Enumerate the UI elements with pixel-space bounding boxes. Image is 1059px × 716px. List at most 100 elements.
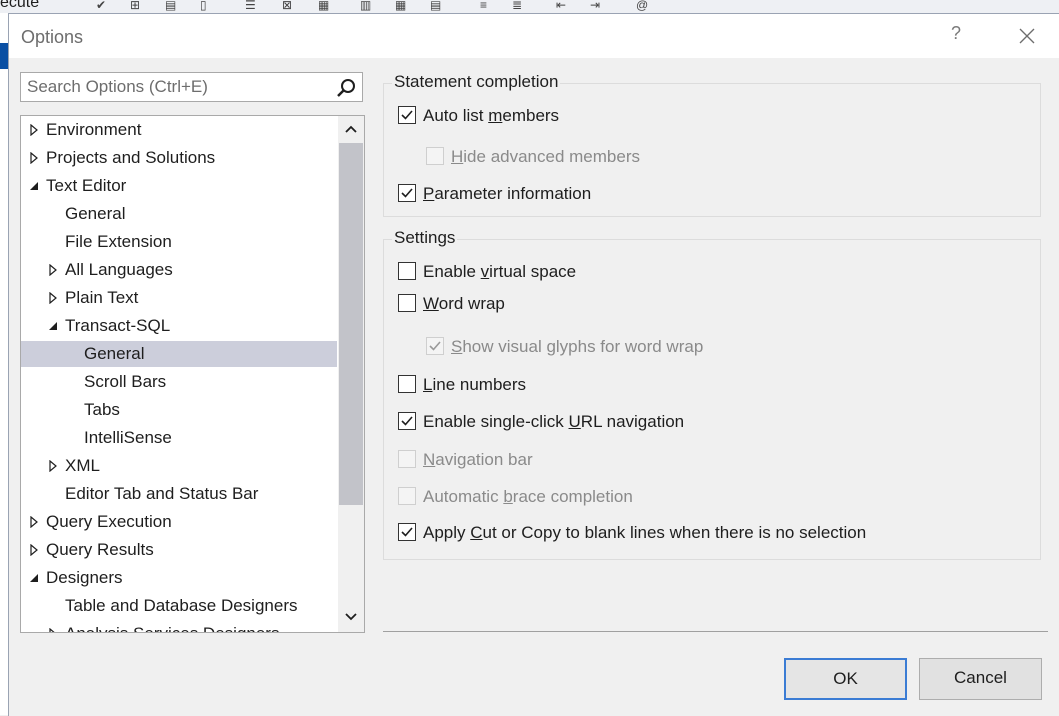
expand-arrow-icon[interactable]: [47, 292, 59, 304]
tree-item[interactable]: Environment: [21, 117, 337, 143]
tree-item-label: General: [84, 344, 145, 363]
checkmark-icon: [401, 110, 413, 120]
tree-item-label: Editor Tab and Status Bar: [65, 484, 259, 503]
expand-arrow-icon[interactable]: [28, 152, 40, 164]
tree-item[interactable]: Plain Text: [21, 285, 337, 311]
tree-item-label: Scroll Bars: [84, 372, 167, 391]
option-label: Word wrap: [423, 294, 505, 313]
table-icon[interactable]: ▤: [165, 0, 176, 11]
tree-item[interactable]: XML: [21, 453, 337, 479]
tree-item[interactable]: Table and Database Designers: [21, 593, 337, 619]
collapse-arrow-icon[interactable]: [47, 320, 59, 332]
dialog-title: Options: [21, 27, 84, 47]
scroll-up-icon[interactable]: [343, 122, 359, 136]
separator: [383, 631, 1048, 632]
tree-item[interactable]: Query Execution: [21, 509, 337, 535]
search-icon[interactable]: [336, 78, 356, 98]
tree-icon[interactable]: ⊞: [130, 0, 140, 11]
checkmark-icon: [429, 341, 441, 351]
scroll-thumb[interactable]: [339, 143, 363, 505]
checkbox: [398, 450, 416, 468]
expand-arrow-icon[interactable]: [47, 628, 59, 633]
indent-icon[interactable]: ⇥: [590, 0, 600, 11]
execute-label[interactable]: ecute: [0, 0, 39, 12]
checkbox[interactable]: [398, 262, 416, 280]
expand-arrow-icon[interactable]: [28, 516, 40, 528]
option-label: Line numbers: [423, 375, 527, 394]
close-button[interactable]: [1013, 23, 1041, 49]
search-box: [20, 72, 363, 102]
checkbox[interactable]: [398, 523, 416, 541]
tree-item[interactable]: Editor Tab and Status Bar: [21, 481, 337, 507]
check-list-icon[interactable]: ⊠: [282, 0, 292, 11]
tree-item-label: Query Execution: [46, 512, 172, 531]
tree-item-label: Query Results: [46, 540, 154, 559]
search-input[interactable]: [27, 76, 327, 98]
results-icon[interactable]: ▥: [360, 0, 371, 11]
tree-item-label: All Languages: [65, 260, 173, 279]
tree-item[interactable]: File Extension: [21, 229, 337, 255]
results-grid-icon[interactable]: ▦: [395, 0, 406, 11]
options-dialog: Options ? Environment Projects and Soluti…: [8, 13, 1059, 716]
tree-item-label: Analysis Services Designers: [65, 621, 279, 632]
expand-arrow-icon[interactable]: [47, 264, 59, 276]
options-tree: Environment Projects and Solutions Text Ed…: [20, 115, 365, 633]
background-toolbar: ecute ✔ ⊞ ▤ ▯ ☰ ⊠ ▦ ▥ ▦ ▤ ≡ ≣ ⇤ ⇥ @: [0, 0, 1059, 14]
cancel-button[interactable]: Cancel: [919, 658, 1042, 700]
grid-icon[interactable]: ▦: [318, 0, 329, 11]
checkbox[interactable]: [398, 106, 416, 124]
list-icon[interactable]: ☰: [245, 0, 256, 11]
tree-item[interactable]: Designers: [21, 565, 337, 591]
group-title-settings: Settings: [392, 228, 458, 248]
checkmark-icon[interactable]: ✔: [96, 0, 106, 11]
option-label: Automatic brace completion: [423, 487, 633, 506]
tree-item[interactable]: Projects and Solutions: [21, 145, 337, 171]
expand-arrow-icon[interactable]: [47, 460, 59, 472]
tree-item[interactable]: Query Results: [21, 537, 337, 563]
tree-item-label: Text Editor: [46, 176, 127, 195]
checkbox: [426, 147, 444, 165]
tree-item-label: IntelliSense: [84, 428, 172, 447]
tree-item-label: Projects and Solutions: [46, 148, 216, 167]
scroll-down-icon[interactable]: [343, 610, 359, 624]
comment-icon[interactable]: ≡: [480, 0, 487, 11]
collapse-arrow-icon[interactable]: [28, 572, 40, 584]
tree-item[interactable]: All Languages: [21, 257, 337, 283]
outdent-icon[interactable]: ⇤: [556, 0, 566, 11]
checkbox[interactable]: [398, 294, 416, 312]
tree-item[interactable]: Transact-SQL: [21, 313, 337, 339]
uncomment-icon[interactable]: ≣: [512, 0, 522, 11]
tree-item[interactable]: Tabs: [21, 397, 337, 423]
close-icon: [1019, 28, 1035, 44]
ok-button[interactable]: OK: [784, 658, 907, 700]
results-file-icon[interactable]: ▤: [430, 0, 441, 11]
checkmark-icon: [401, 416, 413, 426]
help-button[interactable]: ?: [945, 23, 967, 47]
option-label: Apply Cut or Copy to blank lines when th…: [423, 523, 867, 542]
checkbox: [426, 337, 444, 355]
tree-scrollbar[interactable]: [338, 116, 364, 632]
document-icon[interactable]: ▯: [200, 0, 207, 11]
expand-arrow-icon[interactable]: [28, 124, 40, 136]
specify-values-icon[interactable]: @: [636, 0, 648, 11]
checkbox[interactable]: [398, 184, 416, 202]
option-label: Navigation bar: [423, 450, 533, 469]
tree-item[interactable]: Text Editor: [21, 173, 337, 199]
editor-tab-fragment: [0, 43, 8, 69]
option-label: Auto list members: [423, 106, 560, 125]
tree-item[interactable]: Analysis Services Designers: [21, 621, 337, 633]
tree-item[interactable]: IntelliSense: [21, 425, 337, 451]
tree-item-label: Transact-SQL: [65, 316, 171, 335]
tree-item-label: Designers: [46, 568, 123, 587]
tree-item[interactable]: Scroll Bars: [21, 369, 337, 395]
collapse-arrow-icon[interactable]: [28, 180, 40, 192]
checkmark-icon: [401, 188, 413, 198]
tree-item[interactable]: General: [21, 201, 337, 227]
option-label: Parameter information: [423, 184, 592, 203]
checkbox[interactable]: [398, 412, 416, 430]
tree-item[interactable]: General: [21, 341, 337, 367]
expand-arrow-icon[interactable]: [28, 544, 40, 556]
checkbox[interactable]: [398, 375, 416, 393]
tree-item-label: Environment: [46, 120, 142, 139]
checkbox: [398, 487, 416, 505]
